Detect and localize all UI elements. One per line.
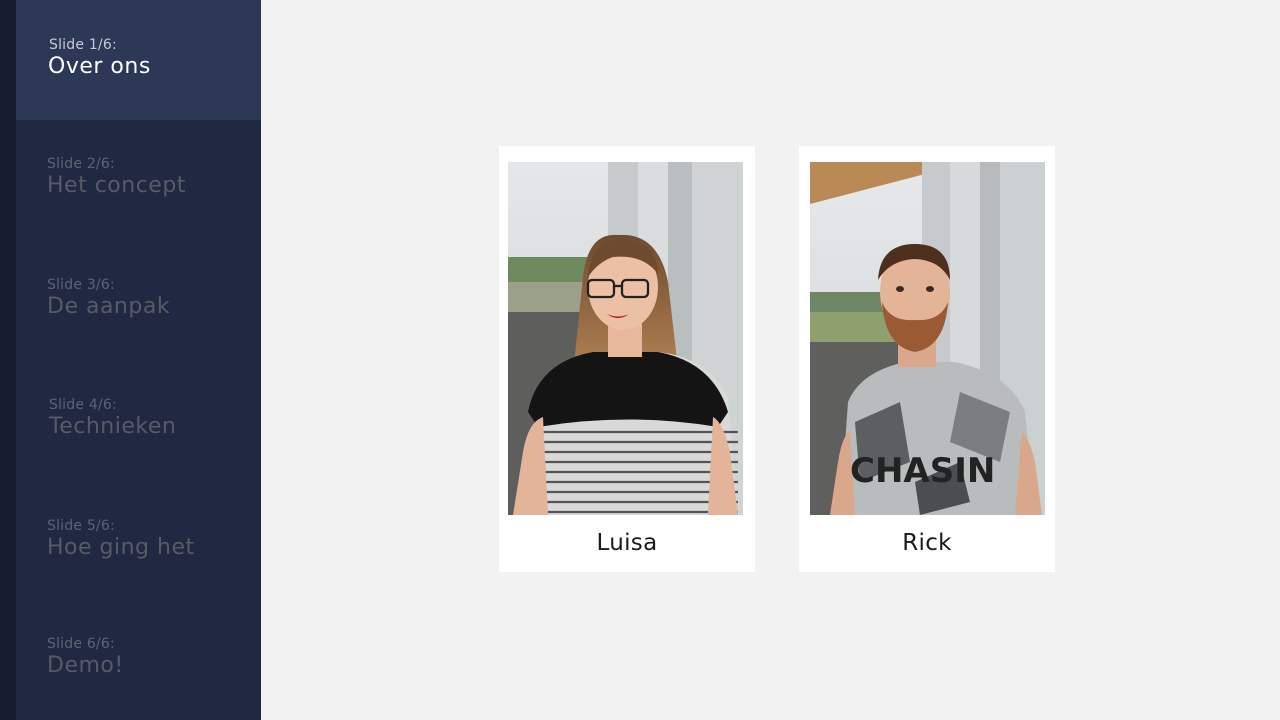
slide-navigation-sidebar: Slide 1/6: Over ons Slide 2/6: Het conce… (16, 0, 261, 720)
team-member-name: Luisa (596, 530, 658, 556)
portrait-image: CHASIN (810, 162, 1045, 515)
slide-nav-item-6[interactable]: Slide 6/6: Demo! (16, 600, 261, 720)
team-member-name: Rick (902, 530, 952, 556)
slide-number-label: Slide 5/6: (47, 518, 115, 534)
team-member-card: CHASIN Rick (799, 146, 1055, 572)
slide-title-label: Hoe ging het (47, 535, 195, 560)
team-member-photo: CHASIN (810, 162, 1045, 515)
shirt-print-text: CHASIN (850, 451, 995, 491)
slide-nav-item-5[interactable]: Slide 5/6: Hoe ging het (16, 480, 261, 600)
slide-nav-item-2[interactable]: Slide 2/6: Het concept (16, 120, 261, 240)
slide-nav-item-4[interactable]: Slide 4/6: Technieken (16, 360, 261, 480)
slide-number-label: Slide 1/6: (49, 37, 117, 53)
team-member-photo (508, 162, 743, 515)
slide-title-label: Demo! (47, 653, 124, 678)
slide-number-label: Slide 2/6: (47, 156, 115, 172)
portrait-image (508, 162, 743, 515)
slide-number-label: Slide 4/6: (49, 397, 117, 413)
slide-number-label: Slide 6/6: (47, 636, 115, 652)
sidebar-edge (0, 0, 16, 720)
slide-title-label: Technieken (49, 414, 177, 439)
slide-title-label: Over ons (48, 54, 151, 79)
slide-title-label: Het concept (47, 173, 186, 198)
slide-title-label: De aanpak (47, 294, 171, 319)
presentation-app: Slide 1/6: Over ons Slide 2/6: Het conce… (0, 0, 1280, 720)
slide-nav-item-1[interactable]: Slide 1/6: Over ons (16, 0, 261, 120)
slide-nav-item-3[interactable]: Slide 3/6: De aanpak (16, 240, 261, 360)
slide-stage: Luisa CHASIN Rick (261, 0, 1280, 720)
team-member-card: Luisa (499, 146, 755, 572)
slide-number-label: Slide 3/6: (47, 277, 115, 293)
